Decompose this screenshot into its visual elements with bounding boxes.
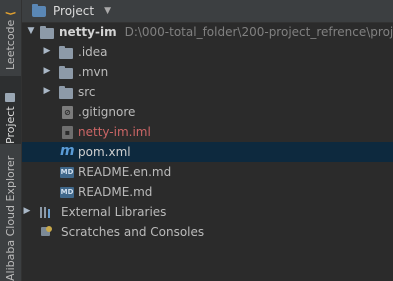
chevron-right-icon[interactable]: ▶ bbox=[42, 66, 52, 76]
root-name: netty-im bbox=[59, 25, 117, 39]
tree-item-label: .idea bbox=[78, 45, 108, 59]
tree-item-readme-en[interactable]: MD README.en.md bbox=[22, 162, 393, 182]
chevron-right-icon[interactable]: ▶ bbox=[42, 86, 52, 96]
tab-project-label: Project bbox=[4, 106, 17, 144]
chevron-right-icon[interactable]: ▶ bbox=[22, 206, 32, 216]
tree-item-label: .mvn bbox=[78, 65, 109, 79]
tree-item-idea[interactable]: ▶ .idea bbox=[22, 42, 393, 62]
tree-item-src[interactable]: ▶ src bbox=[22, 82, 393, 102]
project-panel-header: Project ▼ bbox=[22, 0, 393, 23]
tree-item-label: pom.xml bbox=[78, 145, 131, 159]
project-tree: ▼ netty-im D:\000-total_folder\200-projec… bbox=[22, 22, 393, 281]
panel-title[interactable]: Project bbox=[53, 4, 94, 18]
tree-item-label: netty-im.iml bbox=[78, 125, 151, 139]
tree-item-scratches[interactable]: Scratches and Consoles bbox=[22, 222, 393, 242]
gitignore-file-icon: ⊘ bbox=[62, 106, 73, 119]
chevron-right-icon[interactable]: ▶ bbox=[42, 46, 52, 56]
folder-icon bbox=[59, 46, 73, 59]
scratches-icon bbox=[40, 225, 53, 238]
tree-item-label: src bbox=[78, 85, 96, 99]
folder-icon bbox=[59, 66, 73, 79]
folder-icon bbox=[5, 93, 16, 103]
tree-item-mvn[interactable]: ▶ .mvn bbox=[22, 62, 393, 82]
iml-file-icon: ▪ bbox=[62, 126, 73, 139]
folder-icon bbox=[59, 86, 73, 99]
tab-leetcode[interactable]: Leetcode ⟨ bbox=[0, 0, 21, 70]
chevron-down-icon[interactable]: ▼ bbox=[26, 26, 36, 36]
leetcode-icon: ⟨ bbox=[4, 10, 17, 16]
tab-alibaba-cloud-explorer[interactable]: Alibaba Cloud Explorer bbox=[0, 155, 21, 281]
library-icon bbox=[39, 206, 53, 218]
maven-icon: m bbox=[60, 143, 75, 159]
tool-window-strip: Leetcode ⟨ Project Alibaba Cloud Explore… bbox=[0, 0, 22, 281]
tree-item-label: README.en.md bbox=[78, 165, 172, 179]
markdown-file-icon: MD bbox=[60, 167, 74, 178]
tab-leetcode-label: Leetcode bbox=[4, 19, 17, 70]
tree-item-external-libraries[interactable]: ▶ External Libraries bbox=[22, 202, 393, 222]
tree-item-readme[interactable]: MD README.md bbox=[22, 182, 393, 202]
module-folder-icon bbox=[40, 26, 54, 39]
tree-root-netty-im[interactable]: ▼ netty-im D:\000-total_folder\200-projec… bbox=[22, 22, 393, 42]
tree-item-label: External Libraries bbox=[61, 205, 167, 219]
tab-alibaba-label: Alibaba Cloud Explorer bbox=[4, 155, 17, 281]
tree-item-pom[interactable]: m pom.xml bbox=[22, 142, 393, 162]
tree-item-label: Scratches and Consoles bbox=[61, 225, 205, 239]
folder-icon bbox=[32, 3, 46, 17]
tree-item-label: README.md bbox=[78, 185, 153, 199]
tree-item-iml[interactable]: ▪ netty-im.iml bbox=[22, 122, 393, 142]
chevron-down-icon[interactable]: ▼ bbox=[104, 6, 111, 16]
root-path: D:\000-total_folder\200-project_refrence… bbox=[124, 25, 393, 39]
markdown-file-icon: MD bbox=[60, 187, 74, 198]
tree-item-gitignore[interactable]: ⊘ .gitignore bbox=[22, 102, 393, 122]
tab-project[interactable]: Project bbox=[0, 76, 21, 144]
tree-item-label: .gitignore bbox=[78, 105, 136, 119]
